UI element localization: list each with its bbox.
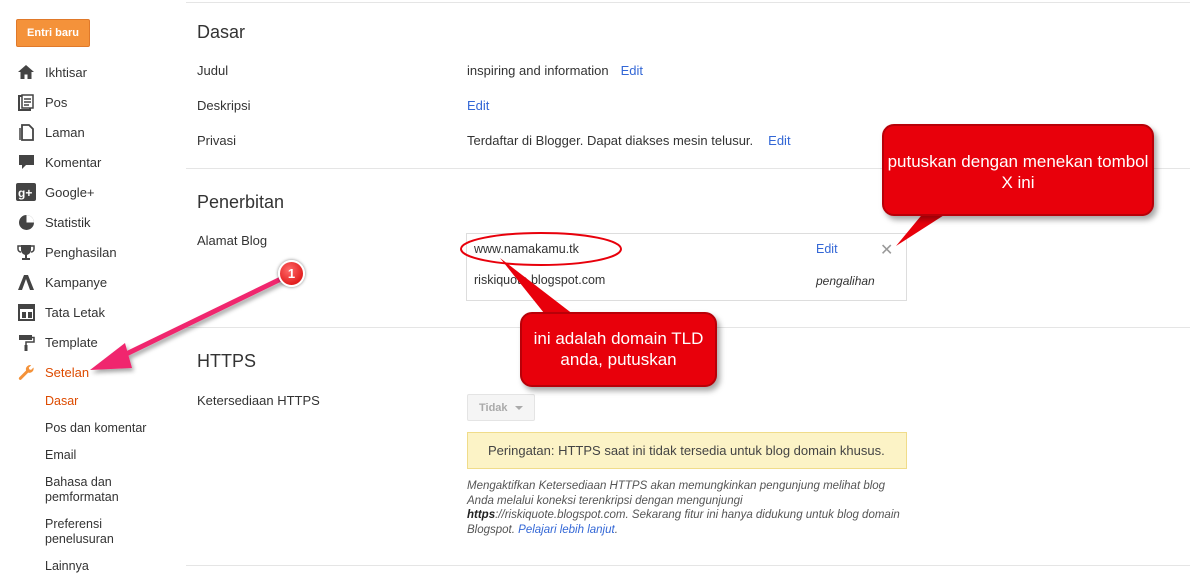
redirect-label: pengalihan (816, 274, 875, 288)
sidebar-item-label: Ikhtisar (45, 64, 87, 80)
privacy-value-row: Terdaftar di Blogger. Dapat diakses mesi… (467, 133, 791, 148)
https-desc-end: . (614, 523, 618, 536)
privacy-label: Privasi (197, 133, 237, 148)
settings-sub-search[interactable]: Preferensi penelusuran (45, 517, 145, 547)
blog-title-value: inspiring and information (467, 63, 609, 78)
sidebar-item-layout[interactable]: Tata Letak (16, 301, 105, 323)
remove-domain-close-icon[interactable]: ✕ (880, 240, 893, 260)
sidebar-item-earnings[interactable]: Penghasilan (16, 241, 117, 263)
google-plus-icon: g+ (16, 182, 36, 202)
settings-sub-email[interactable]: Email (45, 448, 76, 463)
section-divider (186, 565, 1190, 566)
posts-icon (16, 92, 36, 112)
paint-roller-icon (16, 332, 36, 352)
sidebar-item-campaigns[interactable]: Kampanye (16, 271, 107, 293)
publishing-section-title: Penerbitan (197, 192, 285, 212)
comment-icon (16, 152, 36, 172)
custom-domain-value: www.namakamu.tk (474, 242, 579, 256)
edit-domain-link[interactable]: Edit (816, 242, 838, 256)
sidebar-item-label: Penghasilan (45, 244, 117, 260)
callout-remove-x: putuskan dengan menekan tombol X ini (882, 124, 1154, 216)
settings-sub-other[interactable]: Lainnya (45, 559, 89, 574)
layout-icon (16, 302, 36, 322)
sidebar-item-label: Tata Letak (45, 304, 105, 320)
sidebar-item-settings[interactable]: Setelan (16, 361, 89, 383)
sidebar-item-label: Laman (45, 124, 85, 140)
svg-text:g+: g+ (18, 186, 32, 200)
trophy-icon (16, 242, 36, 262)
chevron-down-icon (514, 405, 523, 410)
title-value-row: inspiring and information Edit (467, 63, 643, 78)
pages-icon (16, 122, 36, 142)
blog-address-box: www.namakamu.tk Edit ✕ riskiquote.blogsp… (466, 233, 907, 301)
top-divider (186, 2, 1190, 3)
basic-section-title: Dasar (197, 22, 246, 42)
https-availability-label: Ketersediaan HTTPS (197, 393, 320, 408)
sidebar-item-label: Template (45, 334, 98, 350)
sidebar-item-label: Pos (45, 94, 68, 110)
sidebar-item-template[interactable]: Template (16, 331, 98, 353)
sidebar: Entri baru Ikhtisar Pos Laman Komentar g… (0, 0, 186, 585)
sidebar-item-stats[interactable]: Statistik (16, 211, 91, 233)
https-section-title: HTTPS (197, 351, 257, 371)
new-post-button[interactable]: Entri baru (16, 19, 90, 47)
https-description: Mengaktifkan Ketersediaan HTTPS akan mem… (467, 479, 907, 537)
settings-sub-posts-comments[interactable]: Pos dan komentar (45, 421, 146, 436)
sidebar-item-posts[interactable]: Pos (16, 91, 67, 113)
https-desc-text-1: Mengaktifkan Ketersediaan HTTPS akan mem… (467, 480, 886, 507)
privacy-value: Terdaftar di Blogger. Dapat diakses mesi… (467, 133, 754, 148)
sidebar-item-label: Setelan (45, 364, 90, 380)
callout-tld-domain: ini adalah domain TLD anda, putuskan (520, 312, 717, 387)
edit-privacy-link[interactable]: Edit (768, 133, 790, 148)
https-select-value: Tidak (479, 401, 508, 414)
sidebar-item-label: Statistik (45, 214, 91, 230)
title-label: Judul (197, 63, 229, 78)
step-marker: 1 (278, 260, 305, 287)
edit-title-link[interactable]: Edit (621, 63, 643, 78)
sidebar-item-comments[interactable]: Komentar (16, 151, 101, 173)
https-warning-banner: Peringatan: HTTPS saat ini tidak tersedi… (467, 432, 907, 469)
sidebar-item-label: Komentar (45, 154, 102, 170)
sidebar-item-label: Google+ (45, 184, 95, 200)
settings-sub-basic[interactable]: Dasar (45, 394, 78, 409)
settings-sub-language[interactable]: Bahasa dan pemformatan (45, 475, 155, 505)
https-desc-bold: https (467, 509, 496, 521)
description-value-row: Edit (467, 98, 489, 113)
blog-address-label: Alamat Blog (197, 233, 268, 248)
home-icon (16, 62, 36, 82)
https-availability-select[interactable]: Tidak (467, 394, 535, 421)
sidebar-item-overview[interactable]: Ikhtisar (16, 61, 87, 83)
blogspot-domain-value: riskiquote.blogspot.com (474, 273, 606, 287)
sidebar-item-google-plus[interactable]: g+ Google+ (16, 181, 95, 203)
description-label: Deskripsi (197, 98, 251, 113)
wrench-icon (16, 362, 36, 382)
campaign-icon (16, 272, 36, 292)
learn-more-link[interactable]: Pelajari lebih lanjut (518, 524, 615, 536)
pie-chart-icon (16, 212, 36, 232)
sidebar-item-label: Kampanye (45, 274, 108, 290)
sidebar-item-pages[interactable]: Laman (16, 121, 85, 143)
edit-description-link[interactable]: Edit (467, 98, 489, 113)
